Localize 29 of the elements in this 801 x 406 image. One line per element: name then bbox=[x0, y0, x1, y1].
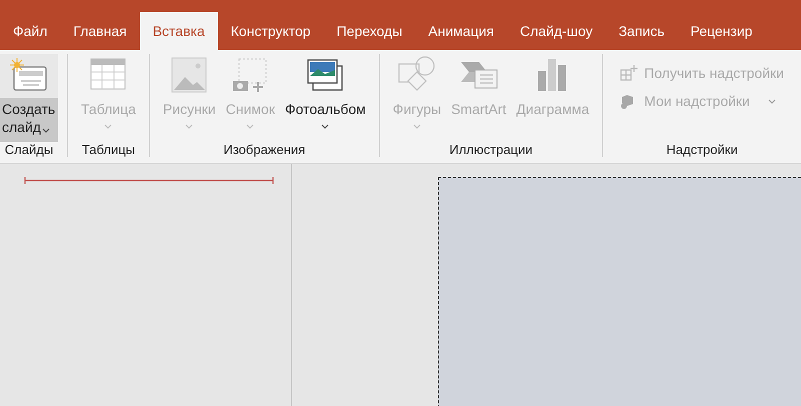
image-icon bbox=[171, 57, 208, 93]
chevron-down-icon bbox=[321, 124, 330, 129]
chevron-down-icon bbox=[768, 98, 776, 104]
ribbon-tab[interactable]: Вставка bbox=[140, 12, 218, 50]
chevron-down-icon bbox=[246, 124, 254, 129]
ribbon-tab[interactable]: Слайд-шоу bbox=[507, 12, 606, 50]
photo-album-icon bbox=[307, 58, 344, 92]
group-label: Таблицы bbox=[82, 142, 135, 157]
ribbon-tab[interactable]: Конструктор bbox=[218, 12, 324, 50]
ribbon-tab[interactable]: Переходы bbox=[324, 12, 416, 50]
table-icon bbox=[90, 58, 126, 92]
group-label: Слайды bbox=[4, 142, 54, 157]
ribbon-tab[interactable]: Анимация bbox=[415, 12, 507, 50]
camera-plus-icon bbox=[232, 57, 268, 93]
chevron-down-icon bbox=[42, 128, 50, 133]
ribbon-button[interactable]: Фотоальбом bbox=[280, 54, 370, 142]
group-label: Изображения bbox=[224, 142, 306, 157]
ribbon-tab[interactable]: Главная bbox=[60, 12, 140, 50]
chevron-down-icon bbox=[104, 124, 112, 129]
ribbon-tab[interactable]: Рецензир bbox=[678, 12, 766, 50]
group-label: Иллюстрации bbox=[449, 142, 533, 157]
ribbon-tab[interactable]: Файл bbox=[0, 12, 60, 50]
new-slide-icon bbox=[9, 57, 49, 93]
grid-plus-icon bbox=[620, 64, 638, 82]
chevron-down-icon bbox=[412, 124, 421, 129]
chevron-down-icon bbox=[185, 124, 194, 129]
ribbon-tab[interactable]: Запись bbox=[606, 12, 678, 50]
ribbon-button[interactable]: Создать слайд bbox=[0, 54, 58, 142]
group-label: Надстройки bbox=[666, 142, 738, 157]
